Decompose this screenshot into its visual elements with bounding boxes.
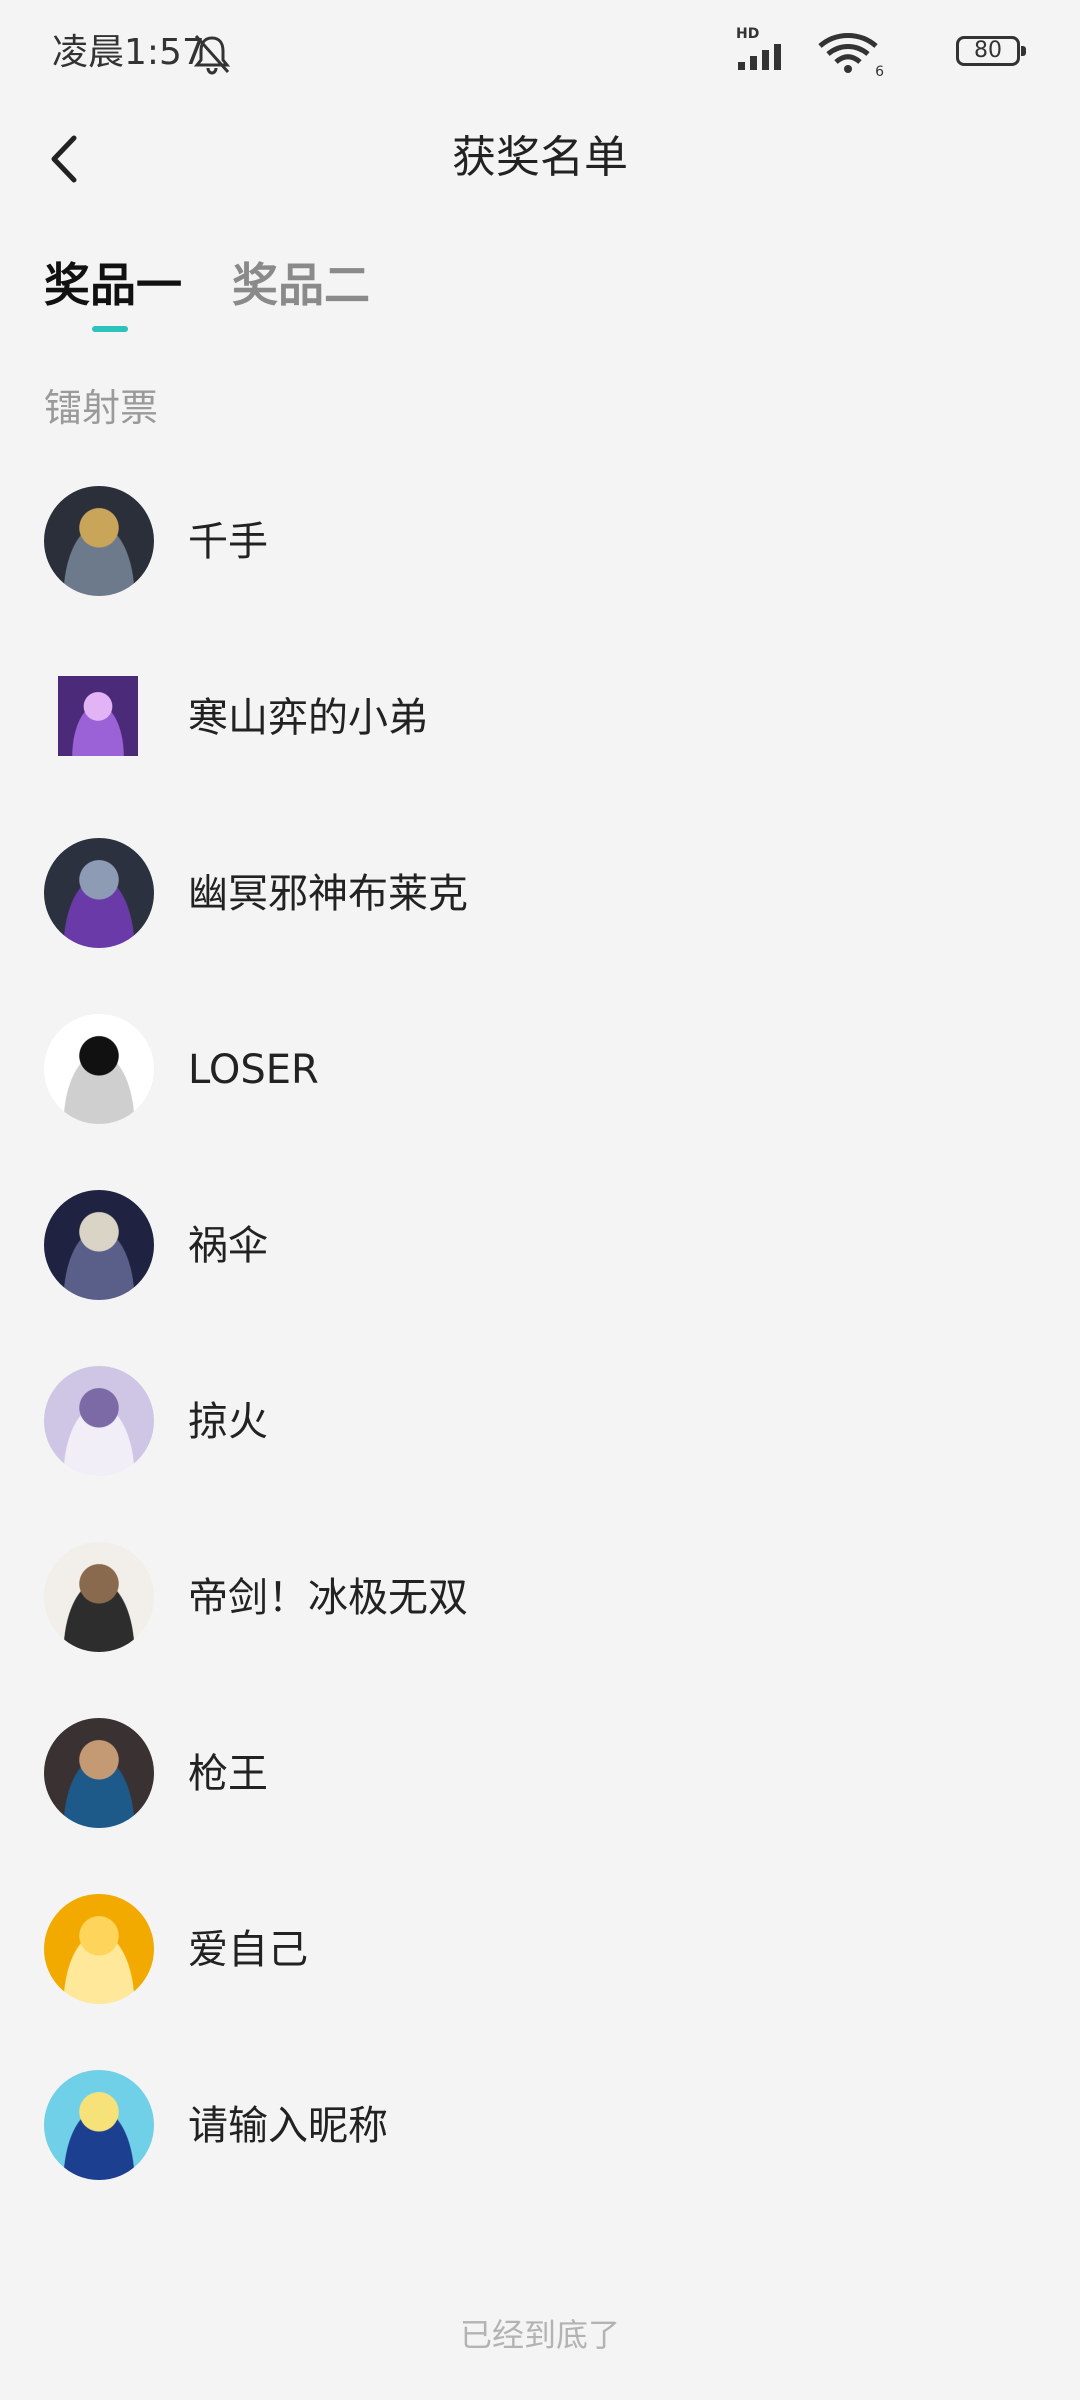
list-item: LOSER xyxy=(0,1010,1080,1186)
winner-list: 千手 寒山弈的小弟 幽冥邪神布莱克 LOSER 祸伞 掠火 帝剑！冰极无双 枪王… xyxy=(0,482,1080,2242)
winner-name: LOSER xyxy=(188,1047,319,1093)
winner-name: 千手 xyxy=(188,519,268,565)
prize-tabs: 奖品一 奖品二 xyxy=(0,250,1080,340)
list-item: 寒山弈的小弟 xyxy=(0,658,1080,834)
list-item: 千手 xyxy=(0,482,1080,658)
avatar[interactable] xyxy=(44,838,154,948)
bell-off-icon xyxy=(193,35,231,75)
avatar[interactable] xyxy=(44,1190,154,1300)
list-item: 枪王 xyxy=(0,1714,1080,1890)
page-title: 获奖名单 xyxy=(452,132,628,183)
avatar[interactable] xyxy=(44,486,154,596)
status-time: 凌晨1:57 xyxy=(52,32,205,73)
winner-name: 枪王 xyxy=(188,1751,268,1797)
avatar[interactable] xyxy=(44,1542,154,1652)
list-item: 幽冥邪神布莱克 xyxy=(0,834,1080,1010)
wifi-badge: 6 xyxy=(875,64,884,80)
status-bar: 凌晨1:57 HD 6 80 xyxy=(0,0,1080,110)
winner-name: 幽冥邪神布莱克 xyxy=(188,871,468,917)
award-list-page: 凌晨1:57 HD 6 80 获奖名单 奖品一 奖品二 镭射票 千手 寒山弈的小… xyxy=(0,0,1080,2400)
list-item: 祸伞 xyxy=(0,1186,1080,1362)
winner-name: 掠火 xyxy=(188,1399,268,1445)
winner-name: 爱自己 xyxy=(188,1927,308,1973)
tab-prize-one[interactable]: 奖品一 xyxy=(44,250,182,320)
active-tab-indicator xyxy=(92,326,128,332)
network-type: HD xyxy=(736,26,760,42)
battery-icon: 80 xyxy=(956,36,1026,66)
signal-icon: HD xyxy=(736,26,792,72)
avatar[interactable] xyxy=(44,1894,154,2004)
list-item: 爱自己 xyxy=(0,1890,1080,2066)
avatar[interactable] xyxy=(58,676,138,756)
list-item: 请输入昵称 xyxy=(0,2066,1080,2242)
header: 获奖名单 xyxy=(0,110,1080,210)
prize-name-label: 镭射票 xyxy=(44,386,159,430)
winner-name: 寒山弈的小弟 xyxy=(188,695,428,741)
avatar[interactable] xyxy=(44,1718,154,1828)
winner-name: 帝剑！冰极无双 xyxy=(188,1575,468,1621)
avatar[interactable] xyxy=(44,1366,154,1476)
tab-prize-two[interactable]: 奖品二 xyxy=(232,250,370,320)
avatar[interactable] xyxy=(44,1014,154,1124)
list-item: 掠火 xyxy=(0,1362,1080,1538)
wifi-icon: 6 xyxy=(816,32,884,80)
avatar[interactable] xyxy=(44,2070,154,2180)
end-of-list-text: 已经到底了 xyxy=(459,2316,620,2354)
status-icons: HD 6 80 xyxy=(720,26,1026,80)
battery-level: 80 xyxy=(974,38,1002,63)
winner-name: 祸伞 xyxy=(188,1223,268,1269)
winner-name: 请输入昵称 xyxy=(188,2103,388,2149)
list-item: 帝剑！冰极无双 xyxy=(0,1538,1080,1714)
